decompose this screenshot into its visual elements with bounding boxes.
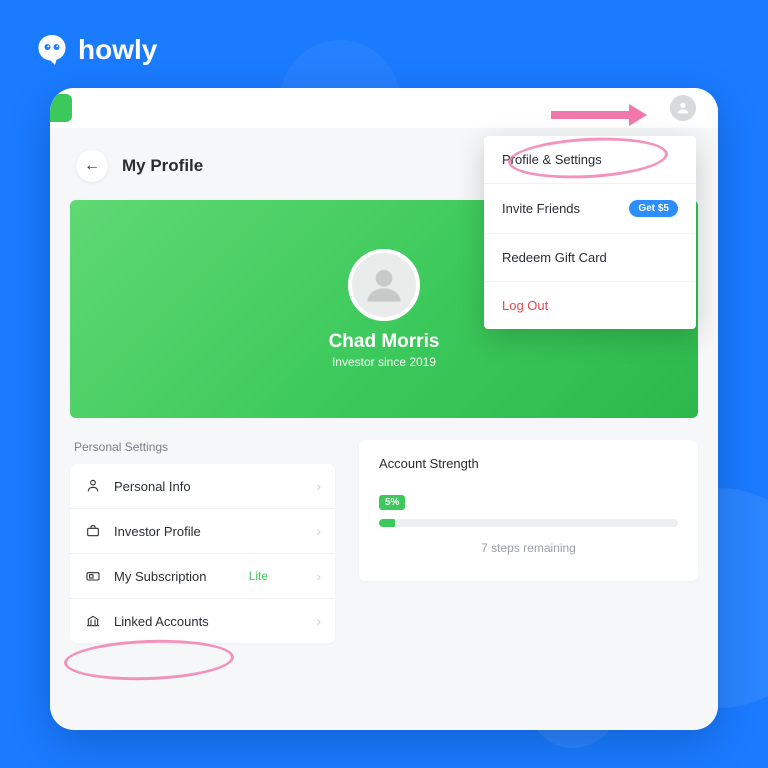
settings-item-label: My Subscription [114, 569, 206, 584]
app-card: ← My Profile Chad Morris Investor since … [50, 88, 718, 730]
app-logo-icon [50, 94, 72, 122]
menu-item-profile-settings[interactable]: Profile & Settings [484, 136, 696, 184]
steps-remaining: 7 steps remaining [379, 541, 678, 555]
menu-item-label: Invite Friends [502, 201, 580, 216]
menu-item-redeem-gift-card[interactable]: Redeem Gift Card [484, 234, 696, 282]
annotation-highlight-my-subscription [63, 637, 234, 683]
chevron-right-icon: › [316, 478, 321, 494]
user-avatar-icon [348, 249, 420, 321]
strength-percent-badge: 5% [379, 495, 405, 510]
user-name: Chad Morris [329, 331, 440, 353]
chevron-right-icon: › [316, 523, 321, 539]
chevron-right-icon: › [316, 568, 321, 584]
menu-item-label: Redeem Gift Card [502, 250, 607, 265]
settings-item-label: Linked Accounts [114, 614, 209, 629]
subscription-tier-tag: Lite [249, 569, 268, 583]
bank-icon [84, 612, 102, 630]
investor-since: Investor since 2019 [332, 355, 436, 369]
settings-item-label: Investor Profile [114, 524, 201, 539]
menu-item-invite-friends[interactable]: Invite Friends Get $5 [484, 184, 696, 234]
settings-item-personal-info[interactable]: Personal Info › [70, 464, 335, 509]
page-title: My Profile [122, 156, 203, 176]
chevron-right-icon: › [316, 613, 321, 629]
brand-logo: howly [34, 32, 157, 68]
brand-name: howly [78, 34, 157, 66]
subscription-icon [84, 567, 102, 585]
settings-list: Personal Info › Investor Profile › My Su… [70, 464, 335, 643]
settings-section-label: Personal Settings [70, 440, 335, 454]
account-strength-card: Account Strength 5% 7 steps remaining [359, 440, 698, 581]
menu-item-label: Profile & Settings [502, 152, 602, 167]
settings-item-label: Personal Info [114, 479, 191, 494]
owl-icon [34, 32, 70, 68]
account-avatar-button[interactable] [670, 95, 696, 121]
invite-reward-badge: Get $5 [629, 200, 678, 217]
strength-progress: 5% [379, 519, 678, 527]
person-icon [84, 477, 102, 495]
settings-item-linked-accounts[interactable]: Linked Accounts › [70, 599, 335, 643]
account-strength-title: Account Strength [379, 456, 678, 471]
menu-item-log-out[interactable]: Log Out [484, 282, 696, 329]
settings-item-my-subscription[interactable]: My Subscription Lite › [70, 554, 335, 599]
annotation-arrow [551, 104, 658, 126]
briefcase-icon [84, 522, 102, 540]
back-button[interactable]: ← [76, 150, 108, 182]
menu-item-label: Log Out [502, 298, 548, 313]
settings-item-investor-profile[interactable]: Investor Profile › [70, 509, 335, 554]
account-dropdown: Profile & Settings Invite Friends Get $5… [484, 136, 696, 329]
